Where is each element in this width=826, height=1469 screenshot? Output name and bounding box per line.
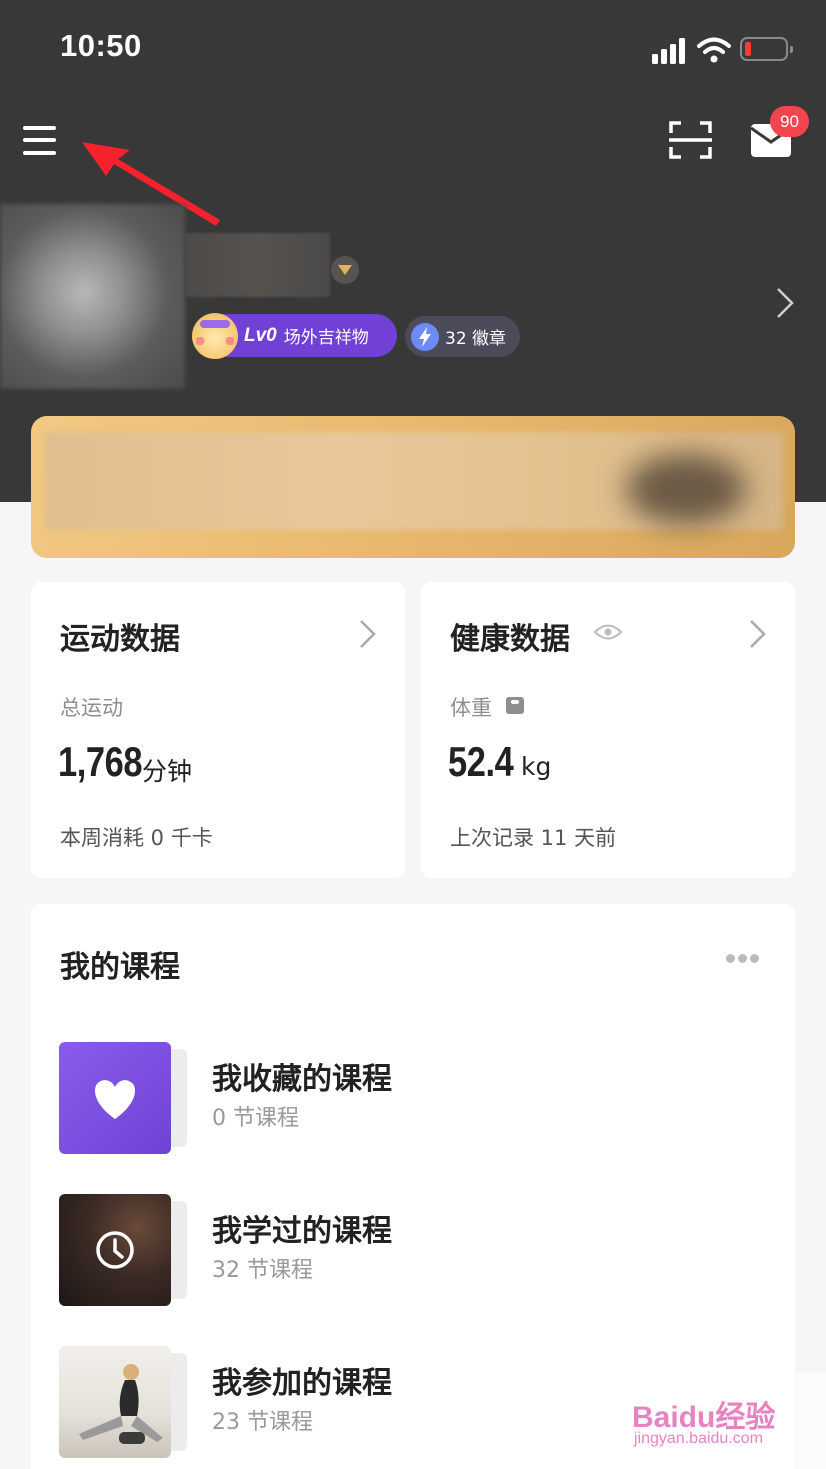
course-name: 我学过的课程 [212,1214,392,1249]
course-item-favorites[interactable]: 我收藏的课程 0 节课程 [59,1042,759,1154]
course-count: 0 节课程 [212,1106,299,1131]
weight-value: 52.4 [448,738,514,785]
vip-gem-icon [331,256,359,284]
weight-label: 体重 [450,696,492,720]
health-data-card[interactable]: 健康数据 体重 52.4 kg 上次记录 11 天前 [421,582,795,878]
last-record: 上次记录 11 天前 [450,826,617,850]
chevron-right-icon [750,620,766,648]
lightning-icon [411,322,439,351]
mail-unread-badge: 90 [770,106,809,137]
wifi-icon [697,37,731,63]
course-item-learned[interactable]: 我学过的课程 32 节课程 [59,1194,759,1306]
battery-icon [740,37,793,61]
weight-unit: kg [521,752,552,781]
total-exercise-unit: 分钟 [142,757,193,786]
health-card-title: 健康数据 [450,622,570,657]
heart-icon [95,1080,135,1119]
level-name: 场外吉祥物 [283,328,369,348]
menu-icon[interactable] [23,124,56,156]
workout-photo [79,1364,163,1444]
badges-button[interactable]: 32 徽章 [405,316,520,357]
learned-thumbnail [59,1194,171,1306]
chevron-right-icon[interactable] [773,286,797,320]
level-label: Lv0 [244,324,277,346]
course-count: 32 节课程 [212,1258,313,1283]
scale-icon [506,697,524,714]
more-icon[interactable] [726,954,760,964]
scan-icon[interactable] [669,121,712,159]
weekly-calories: 本周消耗 0 千卡 [60,826,213,850]
course-name: 我收藏的课程 [212,1062,392,1097]
my-courses-title: 我的课程 [60,950,180,985]
clock-icon [96,1231,134,1269]
course-count: 23 节课程 [212,1410,313,1435]
favorites-thumbnail [59,1042,171,1154]
total-exercise-value: 1,768 [58,738,143,785]
status-time: 10:50 [60,28,142,63]
eye-icon[interactable] [594,623,622,641]
username-blurred [185,233,330,297]
cellular-signal-icon [652,38,688,64]
level-badge[interactable]: Lv0 场外吉祥物 [192,312,397,359]
avatar[interactable] [0,204,185,389]
badge-count: 32 徽章 [445,329,507,349]
course-name: 我参加的课程 [212,1366,392,1401]
joined-thumbnail [59,1346,171,1458]
vip-banner[interactable] [31,416,795,558]
watermark-url: jingyan.baidu.com [634,1430,763,1447]
total-exercise-label: 总运动 [60,696,123,720]
mascot-icon [192,312,238,359]
sport-data-card[interactable]: 运动数据 总运动 1,768 分钟 本周消耗 0 千卡 [31,582,405,878]
chevron-right-icon [360,620,376,648]
sport-card-title: 运动数据 [60,622,180,657]
